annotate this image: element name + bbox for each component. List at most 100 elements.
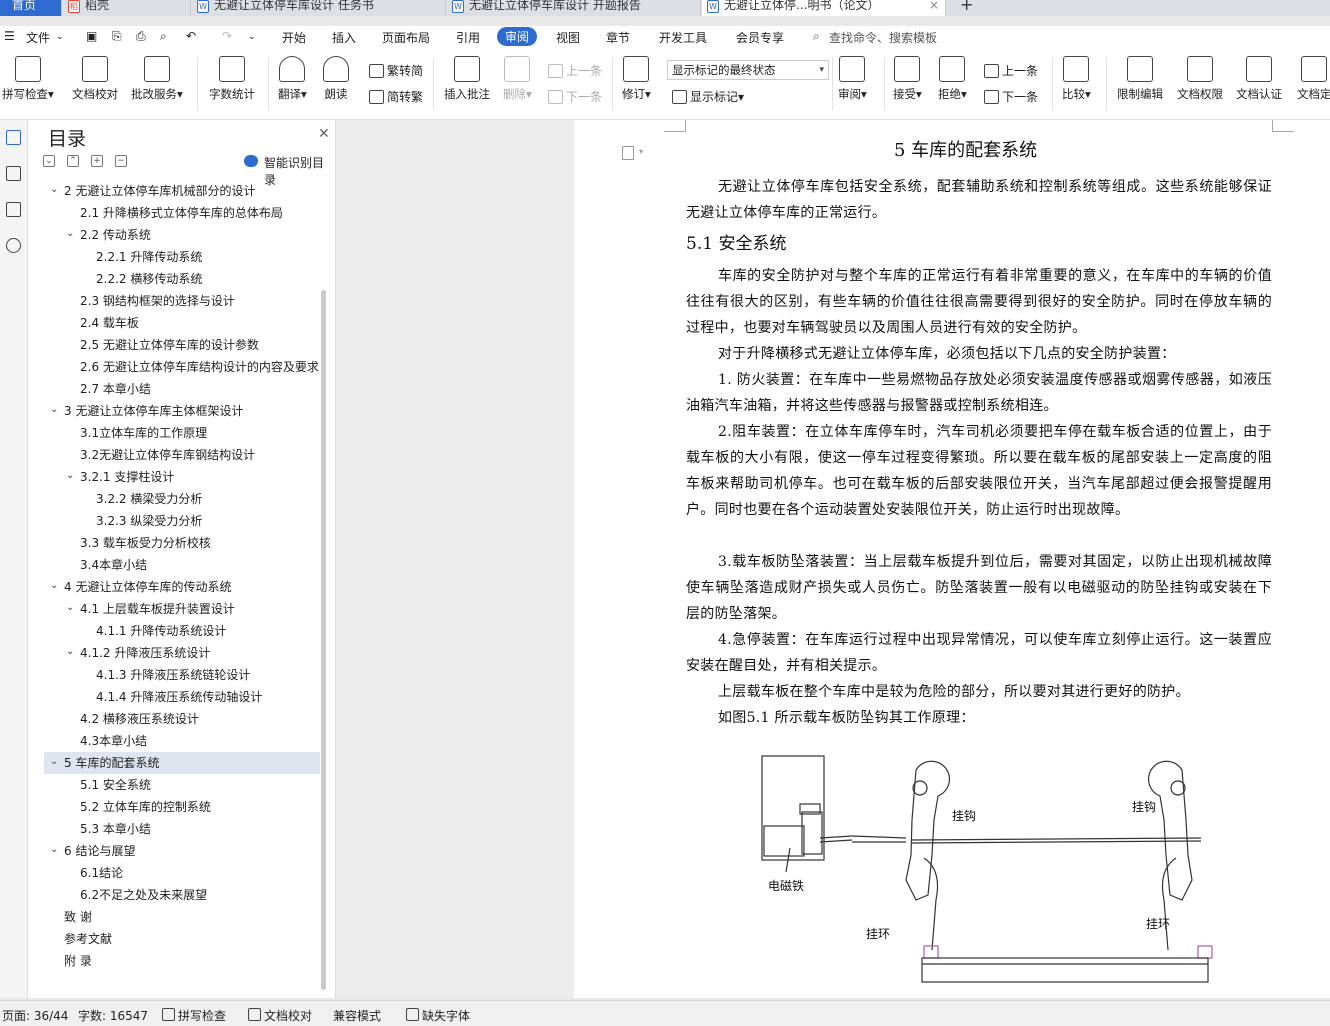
prev-comment-button[interactable]: 上一条 bbox=[548, 62, 602, 79]
toc-item[interactable]: 2.6 无避让立体停车库结构设计的内容及要求 bbox=[44, 356, 320, 378]
menu-developer[interactable]: 开发工具 bbox=[659, 29, 707, 46]
chevron-down-icon[interactable]: ⌄ bbox=[50, 840, 58, 861]
tab-proposal-doc[interactable]: W 无避让立体停车库设计 开题报告 bbox=[447, 0, 701, 16]
export-icon[interactable]: ⎘ bbox=[112, 29, 122, 44]
chevron-down-icon[interactable]: ⌄ bbox=[66, 224, 74, 245]
toc-panel-icon[interactable] bbox=[6, 130, 21, 145]
toc-item[interactable]: ⌄ 4 无避让立体停车库的传动系统 bbox=[44, 576, 320, 598]
toc-item[interactable]: ⌄ 3.2.1 支撑柱设计 bbox=[44, 466, 320, 488]
toc-item[interactable]: ⌄ 4.1.2 升降液压系统设计 bbox=[44, 642, 320, 664]
toc-item[interactable]: 6.2不足之处及未来展望 bbox=[44, 884, 320, 906]
toc-item[interactable]: 致 谢 bbox=[44, 906, 320, 928]
word-count-button[interactable]: 字数统计 bbox=[209, 56, 255, 102]
insert-comment-button[interactable]: 插入批注 bbox=[444, 56, 490, 102]
menu-references[interactable]: 引用 bbox=[456, 29, 480, 46]
menu-view[interactable]: 视图 bbox=[556, 29, 580, 46]
tab-close-icon[interactable]: × bbox=[929, 0, 939, 13]
menu-member[interactable]: 会员专享 bbox=[736, 29, 784, 46]
read-aloud-button[interactable]: 朗读 bbox=[323, 56, 349, 102]
toc-item[interactable]: ⌄ 2 无避让立体停车库机械部分的设计 bbox=[44, 180, 320, 202]
chevron-down-icon[interactable]: ⌄ bbox=[56, 32, 64, 42]
toc-item[interactable]: 4.2 横移液压系统设计 bbox=[44, 708, 320, 730]
remove-heading-icon[interactable]: − bbox=[115, 155, 127, 167]
word-count-indicator[interactable]: 字数: 16547 bbox=[78, 1007, 148, 1024]
menu-review[interactable]: 审阅 bbox=[497, 27, 538, 46]
toc-item[interactable]: 4.1.4 升降液压系统传动轴设计 bbox=[44, 686, 320, 708]
new-tab-button[interactable]: + bbox=[952, 0, 982, 16]
hamburger-icon[interactable]: ☰ bbox=[4, 29, 15, 43]
toc-item[interactable]: 2.5 无避让立体停车库的设计参数 bbox=[44, 334, 320, 356]
bookmark-icon[interactable] bbox=[6, 202, 21, 217]
reject-button[interactable]: 拒绝▾ bbox=[938, 56, 967, 102]
doc-permission-button[interactable]: 文档权限 bbox=[1177, 56, 1223, 102]
prev-change-button[interactable]: 上一条 bbox=[984, 62, 1038, 79]
print-icon[interactable]: ⎙ bbox=[136, 29, 146, 44]
tab-home[interactable]: 首页 bbox=[0, 0, 62, 16]
toc-item[interactable]: 2.2.2 横移传动系统 bbox=[44, 268, 320, 290]
toc-item[interactable]: ⌄ 6 结论与展望 bbox=[44, 840, 320, 862]
tab-docer[interactable]: 稻稻壳 bbox=[63, 0, 191, 16]
menu-chapter[interactable]: 章节 bbox=[606, 29, 630, 46]
chevron-down-icon[interactable]: ▾ bbox=[639, 147, 643, 156]
chevron-down-icon[interactable]: ⌄ bbox=[50, 400, 58, 421]
chevron-down-icon[interactable]: ⌄ bbox=[50, 180, 58, 201]
quick-access-dropdown-icon[interactable]: ⌄ bbox=[248, 32, 256, 42]
toc-item[interactable]: 3.3 载车板受力分析校核 bbox=[44, 532, 320, 554]
next-change-button[interactable]: 下一条 bbox=[984, 88, 1038, 105]
toc-item[interactable]: ⌄ 2.2 传动系统 bbox=[44, 224, 320, 246]
next-comment-button[interactable]: 下一条 bbox=[548, 88, 602, 105]
translate-button[interactable]: 翻译▾ bbox=[278, 56, 307, 102]
compat-mode-status[interactable]: 兼容模式 bbox=[333, 1007, 381, 1024]
show-markup-button[interactable]: 显示标记▾ bbox=[672, 88, 744, 105]
toc-item[interactable]: 3.4本章小结 bbox=[44, 554, 320, 576]
search-icon[interactable] bbox=[6, 238, 21, 253]
to-traditional-button[interactable]: 简转繁 bbox=[369, 88, 423, 105]
doc-more-button[interactable]: 文档定 bbox=[1297, 56, 1330, 102]
toc-item[interactable]: 3.2无避让立体停车库钢结构设计 bbox=[44, 444, 320, 466]
toc-item[interactable]: 4.1.3 升降液压系统链轮设计 bbox=[44, 664, 320, 686]
toc-scrollbar[interactable] bbox=[321, 290, 326, 990]
toc-item[interactable]: 2.3 钢结构框架的选择与设计 bbox=[44, 290, 320, 312]
redo-icon[interactable]: ↷ bbox=[222, 29, 232, 43]
toc-item[interactable]: 4.3本章小结 bbox=[44, 730, 320, 752]
chevron-down-icon[interactable]: ⌄ bbox=[50, 752, 58, 773]
print-preview-icon[interactable]: ⌕ bbox=[160, 29, 167, 44]
chevron-down-icon[interactable]: ⌄ bbox=[66, 642, 74, 663]
toc-item[interactable]: ⌄ 5 车库的配套系统 bbox=[44, 752, 320, 774]
toc-item[interactable]: 2.2.1 升降传动系统 bbox=[44, 246, 320, 268]
missing-font-status[interactable]: 缺失字体 bbox=[406, 1007, 470, 1024]
doc-certify-button[interactable]: 文档认证 bbox=[1236, 56, 1282, 102]
page-indicator[interactable]: 页面: 36/44 bbox=[2, 1007, 68, 1024]
menu-file[interactable]: 文件 bbox=[26, 29, 50, 46]
toc-item[interactable]: ⌄ 3 无避让立体停车库主体框架设计 bbox=[44, 400, 320, 422]
doc-proof-status[interactable]: 文档校对 bbox=[248, 1007, 312, 1024]
chevron-down-icon[interactable]: ⌄ bbox=[66, 466, 74, 487]
add-heading-icon[interactable]: + bbox=[91, 155, 103, 167]
compare-button[interactable]: 比较▾ bbox=[1062, 56, 1091, 102]
toc-item[interactable]: 5.3 本章小结 bbox=[44, 818, 320, 840]
menu-page-layout[interactable]: 页面布局 bbox=[382, 29, 430, 46]
command-search-input[interactable]: 查找命令、搜索模板 bbox=[829, 29, 937, 46]
page-icon[interactable] bbox=[622, 146, 634, 160]
toc-item[interactable]: 3.2.2 横梁受力分析 bbox=[44, 488, 320, 510]
spell-check-status[interactable]: 拼写检查 bbox=[162, 1007, 226, 1024]
review-pane-button[interactable]: 审阅▾ bbox=[838, 56, 867, 102]
toc-item[interactable]: 3.1立体车库的工作原理 bbox=[44, 422, 320, 444]
batch-service-button[interactable]: 批改服务▾ bbox=[131, 56, 183, 102]
menu-home[interactable]: 开始 bbox=[282, 29, 306, 46]
expand-up-icon[interactable]: ⌃ bbox=[67, 155, 79, 167]
save-icon[interactable]: ▣ bbox=[86, 29, 97, 43]
toc-item[interactable]: ⌄ 4.1 上层载车板提升装置设计 bbox=[44, 598, 320, 620]
menu-insert[interactable]: 插入 bbox=[332, 29, 356, 46]
to-simplified-button[interactable]: 繁转简 bbox=[369, 62, 423, 79]
toc-item[interactable]: 附 录 bbox=[44, 950, 320, 972]
tab-task-doc[interactable]: W 无避让立体停车库设计 任务书 bbox=[192, 0, 446, 16]
accept-button[interactable]: 接受▾ bbox=[893, 56, 922, 102]
chevron-down-icon[interactable]: ⌄ bbox=[50, 576, 58, 597]
delete-comment-button[interactable]: 删除▾ bbox=[503, 56, 532, 102]
restrict-edit-button[interactable]: 限制编辑 bbox=[1117, 56, 1163, 102]
toc-item[interactable]: 2.4 载车板 bbox=[44, 312, 320, 334]
toc-item[interactable]: 5.2 立体车库的控制系统 bbox=[44, 796, 320, 818]
revise-button[interactable]: 修订▾ bbox=[622, 56, 651, 102]
toc-item[interactable]: 2.1 升降横移式立体停车库的总体布局 bbox=[44, 202, 320, 224]
